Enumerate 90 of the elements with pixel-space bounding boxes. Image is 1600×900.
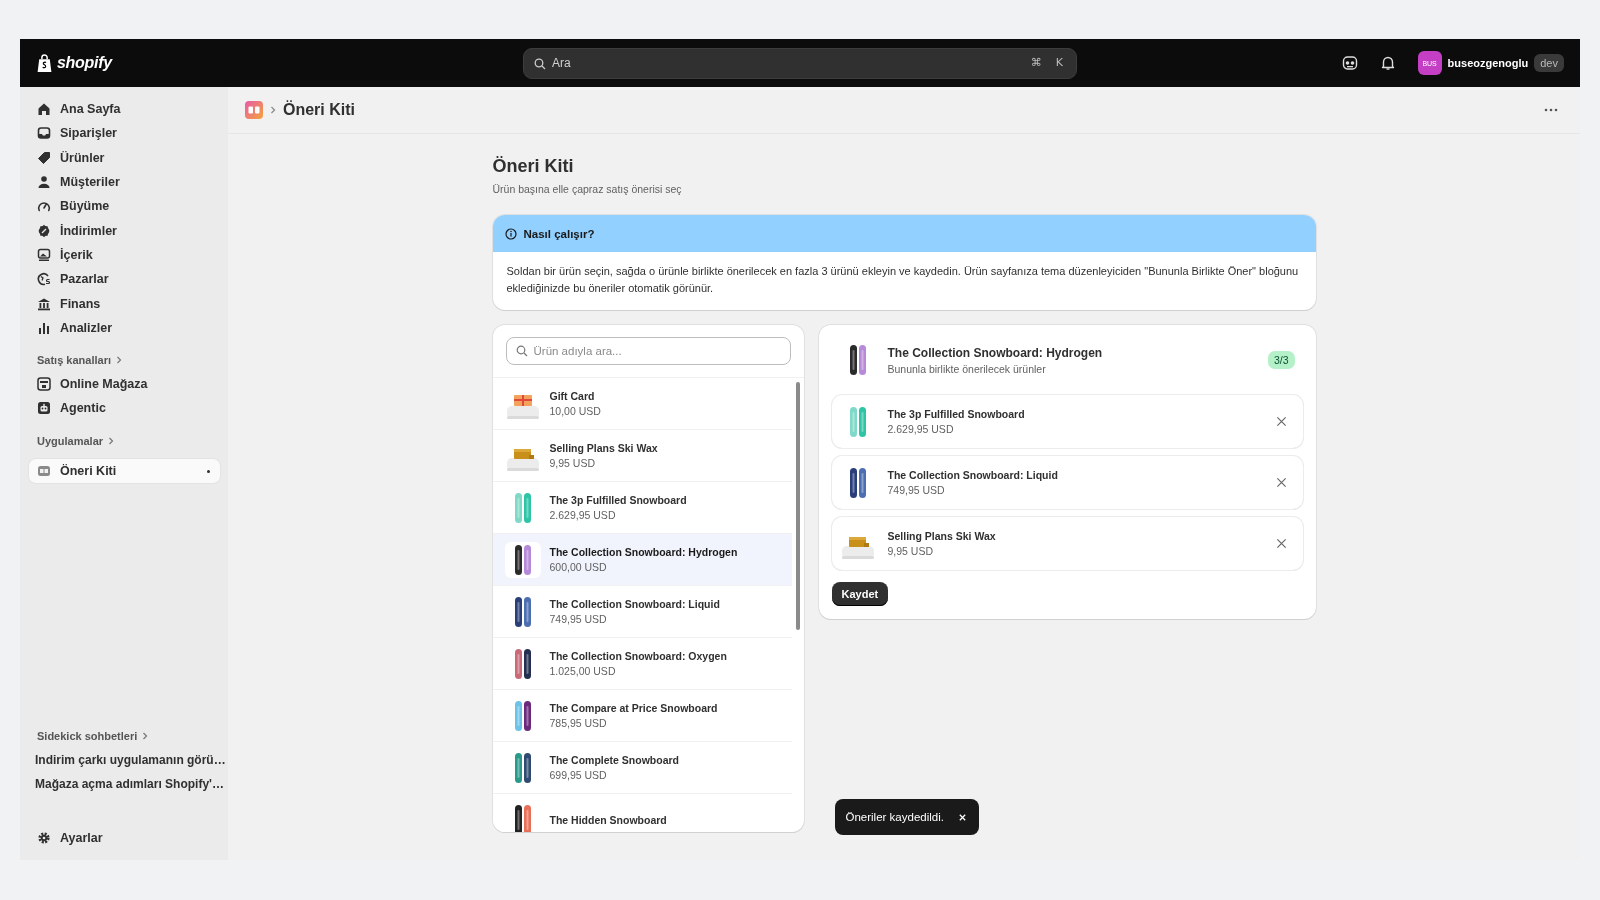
product-name: The Compare at Price Snowboard: [549, 702, 718, 714]
product-name: The Complete Snowboard: [549, 754, 679, 766]
nav-item[interactable]: Büyüme: [29, 194, 220, 219]
close-icon: [1275, 477, 1287, 488]
product-row[interactable]: The Collection Snowboard: Hydrogen 600,00 USD: [492, 534, 792, 586]
gauge-icon: [37, 199, 51, 214]
product-price: 2.629,95 USD: [549, 509, 617, 521]
nav-item[interactable]: Öneri Kiti: [29, 458, 220, 483]
section-link[interactable]: Satış kanalları: [29, 347, 130, 372]
count-badge: 3/3: [1267, 351, 1295, 369]
product-name: Gift Card: [549, 390, 596, 402]
search-icon: [515, 345, 528, 357]
bag-icon: [36, 53, 53, 73]
product-price: 600,00 USD: [549, 561, 608, 573]
product-price: 10,00 USD: [549, 405, 601, 417]
dot-icon: [207, 469, 210, 473]
chevron-right-icon: [270, 106, 276, 114]
user-name[interactable]: buseozgenoglu: [1447, 57, 1529, 69]
page-title: Öneri Kiti: [492, 156, 575, 177]
discount-icon: [37, 223, 51, 238]
toast-message: Öneriler kaydedildi.: [845, 811, 944, 823]
product-name: The Collection Snowboard: Hydrogen: [549, 546, 738, 558]
nav-item[interactable]: Ayarlar: [29, 825, 220, 850]
product-price: 9,95 USD: [887, 545, 935, 557]
product-name: The 3p Fulfilled Snowboard: [887, 408, 1025, 420]
nav-item[interactable]: Ürünler: [29, 145, 220, 170]
person-icon: [37, 175, 51, 190]
chat-link[interactable]: Indirim çarkı uygulamanın görü…: [29, 747, 232, 772]
nav-item[interactable]: Pazarlar: [29, 267, 220, 292]
shortcut-key: K: [1051, 55, 1067, 69]
product-name: The Collection Snowboard: Liquid: [887, 469, 1058, 481]
scrollbar[interactable]: [795, 382, 800, 630]
product-name: The 3p Fulfilled Snowboard: [549, 494, 687, 506]
search-icon: [534, 57, 546, 70]
store-badge: dev: [1534, 54, 1564, 72]
app-icon[interactable]: [245, 101, 263, 119]
chevron-right-icon: [116, 355, 122, 364]
inbox-icon: [37, 126, 51, 141]
nav-item[interactable]: Müşteriler: [29, 169, 220, 195]
product-price: 9,95 USD: [549, 457, 597, 469]
nav-item[interactable]: Analizler: [29, 315, 220, 340]
robot-icon: [37, 401, 51, 416]
product-price: 1.025,00 USD: [549, 665, 617, 677]
save-button[interactable]: Kaydet: [831, 582, 889, 606]
page-subtitle: Ürün başına elle çapraz satış önerisi seç: [492, 183, 683, 195]
chat-link[interactable]: Mağaza açma adımları Shopify'…: [29, 771, 230, 796]
nav-item[interactable]: Finans: [29, 291, 220, 316]
product-name: The Collection Snowboard: Liquid: [549, 598, 720, 610]
info-title: Nasıl çalışır?: [523, 227, 595, 240]
product-price: 2.629,95 USD: [887, 423, 955, 435]
product-price: 785,95 USD: [549, 717, 608, 729]
search-field[interactable]: Ürün adıyla ara...: [505, 337, 791, 365]
nav-item[interactable]: Siparişler: [29, 121, 220, 146]
product-price: 749,95 USD: [549, 613, 608, 625]
close-icon[interactable]: [957, 812, 967, 822]
bank-icon: [37, 296, 51, 311]
info-text: Soldan bir ürün seçin, sağda o ürünle birlikte önerilecek en fazla 3 ürünü ekleyin ve kaydedin. Ürün sayfanıza tema düzenleyiciden "Bununla Birlikte Öner" bloğunu eklediğinizde bu öneriler otomatik görünür.: [505, 264, 1300, 296]
store-icon: [37, 377, 51, 392]
robot-icon[interactable]: [1341, 55, 1358, 71]
section-link[interactable]: Sidekick sohbetleri: [29, 723, 157, 748]
page-heading: Öneri Kiti: [283, 101, 355, 119]
nav-item[interactable]: Ana Sayfa: [29, 97, 220, 122]
shortcut-key: ⌘: [1026, 55, 1046, 69]
logo-text: shopify: [57, 54, 112, 72]
gear-icon: [37, 830, 51, 845]
chevron-right-icon: [142, 731, 149, 740]
nav-item[interactable]: İçerik: [29, 242, 220, 268]
app-icon: [37, 463, 51, 478]
product-title: The Collection Snowboard: Hydrogen: [887, 345, 1103, 360]
product-name: The Collection Snowboard: Oxygen: [549, 650, 727, 662]
chevron-right-icon: [108, 436, 115, 445]
nav-item[interactable]: Online Mağaza: [29, 371, 220, 397]
product-name: Selling Plans Ski Wax: [549, 442, 658, 454]
nav-item[interactable]: Agentic: [29, 396, 220, 421]
chart-icon: [37, 320, 51, 335]
home-icon: [37, 102, 51, 117]
more-icon[interactable]: [1544, 108, 1558, 112]
product-price: 749,95 USD: [887, 484, 946, 496]
close-icon: [1275, 538, 1287, 549]
tag-icon: [37, 150, 51, 165]
bell-icon[interactable]: [1379, 55, 1396, 71]
info-icon: [504, 227, 517, 240]
close-icon: [1275, 416, 1287, 427]
nav-item[interactable]: İndirimler: [29, 218, 220, 243]
product-name: The Hidden Snowboard: [549, 813, 667, 826]
product-subtitle: Bununla birlikte önerilecek ürünler: [887, 362, 1047, 375]
image-icon: [37, 247, 51, 262]
product-price: 699,95 USD: [549, 769, 608, 781]
product-name: Selling Plans Ski Wax: [887, 530, 996, 542]
section-link[interactable]: Uygulamalar: [29, 428, 123, 453]
